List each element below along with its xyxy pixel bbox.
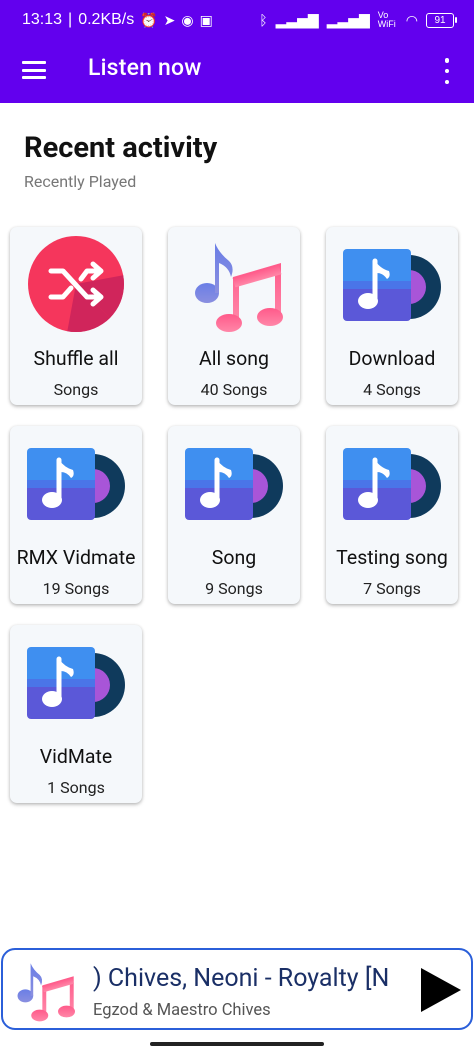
battery-level: 91	[434, 14, 446, 26]
card-count: 4 Songs	[363, 380, 421, 399]
card-title: Shuffle all	[33, 347, 119, 370]
status-separator: |	[68, 11, 73, 28]
status-speed: 0.2KB/s	[78, 11, 135, 28]
card-count: 7 Songs	[363, 579, 421, 598]
card-title: VidMate	[39, 745, 113, 768]
card-title: RMX Vidmate	[16, 546, 136, 569]
status-time: 13:13	[22, 11, 63, 28]
bluetooth-icon: ᛒ	[259, 12, 268, 28]
card-count: 9 Songs	[205, 579, 263, 598]
status-bar: 13:13 | 0.2KB/s ⏰ ➤ ◉ ▣ ᛒ ▂▃▅▇ ▂▃▅▇ Vo W…	[0, 0, 474, 40]
status-right: ᛒ ▂▃▅▇ ▂▃▅▇ Vo WiFi ◠ 91	[259, 10, 457, 29]
wifi-icon: ◠	[405, 11, 418, 28]
play-icon[interactable]	[413, 964, 465, 1016]
card-shuffle-all[interactable]: Shuffle all Songs	[10, 227, 142, 405]
card-testing-song[interactable]: Testing song 7 Songs	[326, 426, 458, 604]
page-title: Listen now	[88, 54, 202, 81]
status-left: 13:13 | 0.2KB/s ⏰ ➤ ◉ ▣	[22, 11, 213, 29]
section-subtitle: Recently Played	[24, 172, 137, 191]
playlist-disc-icon	[27, 647, 125, 719]
playlist-disc-icon	[27, 448, 125, 520]
now-playing-artist: Egzod & Maestro Chives	[93, 1001, 271, 1020]
card-title: Download	[348, 347, 436, 370]
card-title: Song	[211, 546, 257, 569]
card-rmx-vidmate[interactable]: RMX Vidmate 19 Songs	[10, 426, 142, 604]
music-notes-icon	[17, 963, 75, 1022]
section-title: Recent activity	[24, 131, 218, 165]
card-song[interactable]: Song 9 Songs	[168, 426, 300, 604]
battery-icon: 91	[426, 12, 457, 28]
playlist-disc-icon	[185, 448, 283, 520]
card-count: 40 Songs	[200, 380, 268, 399]
home-indicator[interactable]	[150, 1042, 324, 1046]
now-playing-title: ) Chives, Neoni - Royalty [N	[93, 964, 390, 993]
card-vidmate[interactable]: VidMate 1 Songs	[10, 625, 142, 803]
app-icon: ◉	[181, 11, 194, 28]
card-download[interactable]: Download 4 Songs	[326, 227, 458, 405]
card-title: All song	[199, 347, 269, 370]
card-icon: ▣	[199, 11, 213, 28]
playlist-disc-icon	[343, 448, 441, 520]
mini-player[interactable]: ) Chives, Neoni - Royalty [N Egzod & Mae…	[1, 948, 473, 1030]
card-count: 19 Songs	[42, 579, 110, 598]
signal-icon: ▂▃▅▇	[275, 11, 319, 28]
card-title: Testing song	[336, 546, 448, 569]
hamburger-menu-icon[interactable]	[22, 61, 46, 81]
playlist-disc-icon	[343, 249, 441, 321]
telegram-icon: ➤	[163, 11, 176, 28]
app-bar: Listen now	[0, 40, 474, 103]
card-all-song[interactable]: All song 40 Songs	[168, 227, 300, 405]
vowifi-label: Vo WiFi	[377, 10, 396, 29]
alarm-icon: ⏰	[140, 11, 158, 28]
card-count: Songs	[53, 380, 99, 399]
music-notes-icon	[195, 243, 283, 332]
more-vert-icon[interactable]	[440, 58, 454, 84]
card-count: 1 Songs	[47, 778, 105, 797]
signal-2-icon: ▂▃▅▇	[326, 11, 370, 28]
shuffle-icon	[28, 236, 124, 332]
